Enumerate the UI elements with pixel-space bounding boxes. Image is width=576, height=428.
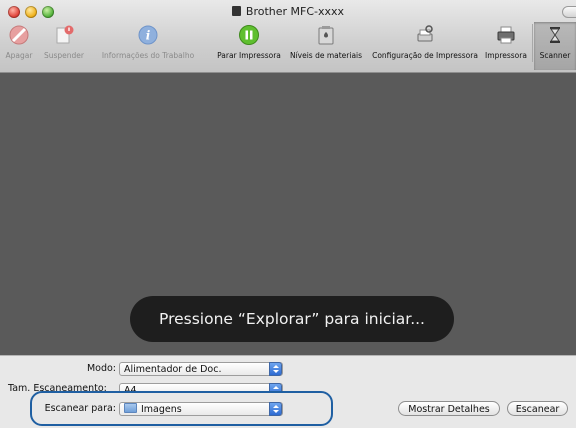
mode-label: Modo: [86,363,116,374]
window-toolbar: Brother MFC-xxxx Apagar Suspender i Info… [0,0,576,73]
scan-to-highlight-callout [30,391,333,426]
show-details-button[interactable]: Mostrar Detalhes [398,401,500,416]
toolbar-toggle-button[interactable] [562,6,576,18]
toolbar-scanner-label: Scanner [539,51,571,60]
toolbar-printer-setup-label: Configuração de Impressora [372,51,478,60]
printer-icon [497,26,515,44]
scan-instruction-message: Pressione “Explorar” para iniciar... [130,296,454,342]
window-title-text: Brother MFC-xxxx [245,5,345,18]
toolbar-job-info-button[interactable]: i Informações do Trabalho [95,24,201,60]
toolbar-delete-label: Apagar [5,51,33,60]
info-icon: i [138,25,158,45]
supply-levels-icon [318,26,334,45]
pause-icon [239,25,259,45]
toolbar-job-info-label: Informações do Trabalho [101,51,195,60]
window-title: Brother MFC-xxxx [0,5,576,18]
mode-select-arrows [269,362,282,376]
toolbar-printer-button[interactable]: Impressora [482,24,530,60]
scan-button[interactable]: Escanear [507,401,568,416]
printer-doc-icon [231,6,241,16]
toolbar-scanner-button[interactable]: Scanner [534,22,576,70]
delete-icon [9,25,29,45]
toolbar-delete-button[interactable]: Apagar [2,24,36,60]
toolbar-supply-levels-button[interactable]: Níveis de materiais [285,24,367,60]
svg-text:i: i [146,29,151,43]
toolbar-pause-printer-label: Parar Impressora [217,51,281,60]
toolbar-pause-printer-button[interactable]: Parar Impressora [214,24,284,60]
toolbar-supply-levels-label: Níveis de materiais [289,51,363,60]
toolbar-suspend-label: Suspender [43,51,84,60]
suspend-icon [56,25,74,44]
toolbar-printer-setup-button[interactable]: Configuração de Impressora [368,24,482,60]
printer-setup-icon [417,25,433,42]
toolbar-separator [532,24,533,62]
mode-select[interactable]: Alimentador de Doc. [119,362,283,376]
toolbar-suspend-button[interactable]: Suspender [36,24,92,60]
toolbar-printer-label: Impressora [485,51,527,60]
printer-queue-window: Brother MFC-xxxx Apagar Suspender i Info… [0,0,576,428]
scanner-icon [550,27,560,43]
mode-select-value: Alimentador de Doc. [124,364,222,375]
